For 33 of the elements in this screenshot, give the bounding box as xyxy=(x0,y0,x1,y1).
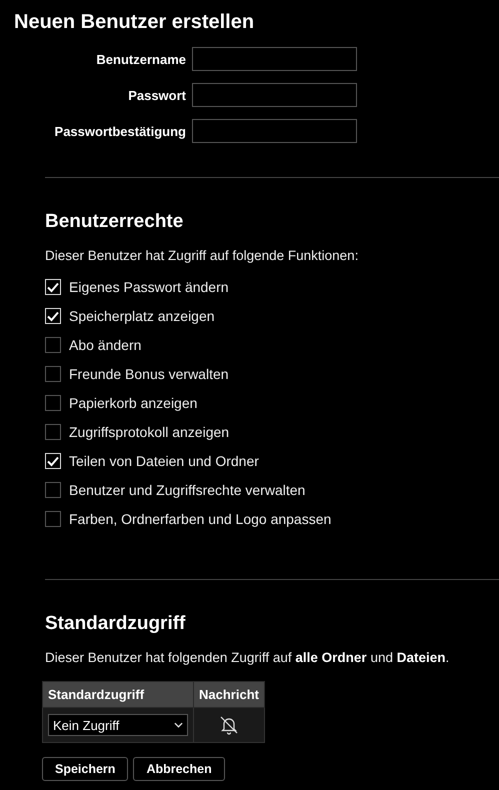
checkbox[interactable] xyxy=(45,337,61,353)
checkbox-label: Benutzer und Zugriffsrechte verwalten xyxy=(69,482,306,498)
input-field[interactable] xyxy=(192,47,357,71)
checkbox-label: Teilen von Dateien und Ordner xyxy=(69,453,259,469)
checkbox-label: Abo ändern xyxy=(69,337,142,353)
page-title: Neuen Benutzer erstellen xyxy=(14,10,256,34)
checkbox-label: Eigenes Passwort ändern xyxy=(69,279,229,295)
checkbox-label: Farben, Ordnerfarben und Logo anpassen xyxy=(69,511,332,527)
save-button[interactable]: Speichern xyxy=(42,757,128,781)
checkbox[interactable] xyxy=(45,424,61,440)
section-description: Dieser Benutzer hat folgenden Zugriff auf alle Ordner und Dateien. xyxy=(45,650,450,665)
checkbox[interactable] xyxy=(45,511,61,527)
checkbox-label: Zugriffsprotokoll anzeigen xyxy=(69,424,230,440)
field-label: Benutzername xyxy=(95,52,186,66)
column-header: Standardzugriff xyxy=(42,682,194,708)
checkbox-label: Freunde Bonus verwalten xyxy=(69,366,229,382)
section-heading: Benutzerrechte xyxy=(45,210,184,234)
checkbox[interactable] xyxy=(45,395,61,411)
section-description: Dieser Benutzer hat Zugriff auf folgende Funktionen: xyxy=(45,248,360,263)
section-heading: Standardzugriff xyxy=(45,612,186,636)
bell-off-icon[interactable] xyxy=(218,715,239,735)
input-field[interactable] xyxy=(192,83,357,107)
column-header: Nachricht xyxy=(194,682,264,708)
checkbox-label: Papierkorb anzeigen xyxy=(69,395,198,411)
checkbox[interactable] xyxy=(45,482,61,498)
input-field[interactable] xyxy=(192,119,357,143)
access-dropdown[interactable]: Kein Zugriff xyxy=(48,714,188,736)
cancel-button[interactable]: Abbrechen xyxy=(133,757,225,781)
chevron-down-icon xyxy=(174,722,183,728)
checkbox[interactable] xyxy=(45,366,61,382)
field-label: Passwort xyxy=(127,88,186,102)
field-label: Passwortbestätigung xyxy=(54,124,186,138)
checkbox-label: Speicherplatz anzeigen xyxy=(69,308,215,324)
